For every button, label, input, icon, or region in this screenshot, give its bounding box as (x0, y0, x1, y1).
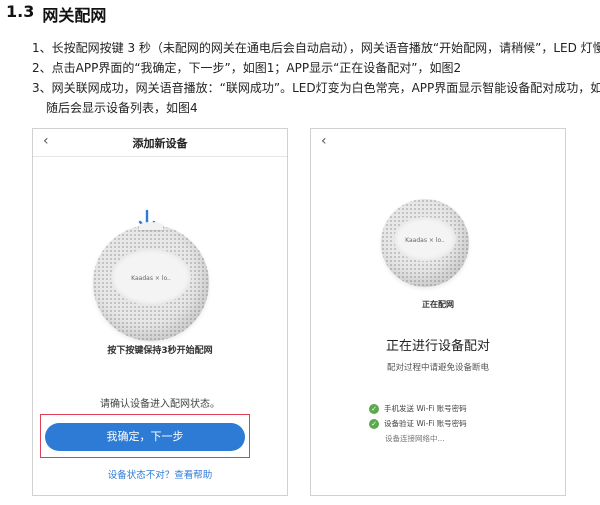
progress-text: 设备连接网络中... (385, 434, 445, 443)
pairing-subtitle: 配对过程中请避免设备断电 (386, 363, 489, 373)
section-heading: 1.3 网关配网 (6, 2, 106, 26)
instruction-caption: 按下按键保持3秒开始配网 (107, 346, 213, 356)
check-circle-icon: ✓ (369, 418, 379, 429)
chevron-left-icon[interactable]: ‹ (321, 133, 327, 149)
step-3: 3、网关联网成功，网关语音播放：“联网成功”。LED灯变为白色常亮，APP界面显… (32, 78, 600, 118)
help-link[interactable]: 设备状态不对？查看帮助 (33, 467, 287, 481)
phone-screen-pairing: ‹ Kaadas × lo.. 正在配网 正在进行设备配对 配对过程中请避免设备… (310, 128, 566, 496)
pairing-status-caption: 正在配网 (422, 300, 454, 309)
step-1-text: 1、长按配网按键 3 秒（未配网的网关在通电后会自动启动），网关语音播放“开始配… (32, 41, 600, 55)
step-3-continuation: 随后会显示设备列表，如图4 (46, 101, 198, 115)
section-number: 1.3 (6, 2, 35, 21)
device-brand: Kaadas × lo.. (405, 237, 445, 244)
nav-bar: ‹ (311, 129, 565, 155)
nav-title: 添加新设备 (132, 137, 188, 150)
check-circle-icon: ✓ (369, 403, 379, 414)
section-title: 网关配网 (42, 6, 107, 25)
step-1: 1、长按配网按键 3 秒（未配网的网关在通电后会自动启动），网关语音播放“开始配… (32, 38, 600, 58)
check-row-verify: ✓ 设备验证 Wi-Fi 账号密码 (369, 418, 467, 429)
device-button (139, 222, 163, 230)
nav-bar: ‹ 添加新设备 (33, 129, 287, 155)
gateway-device-image: Kaadas × lo.. (93, 222, 209, 341)
device-brand: Kaadas × lo.. (131, 275, 171, 282)
steps-list: 1、长按配网按键 3 秒（未配网的网关在通电后会自动启动），网关语音播放“开始配… (32, 38, 600, 118)
step-3-text: 3、网关联网成功，网关语音播放：“联网成功”。LED灯变为白色常亮，APP界面显… (32, 81, 600, 95)
check-row-send: ✓ 手机发送 Wi-Fi 账号密码 (369, 403, 467, 414)
gateway-device-image: Kaadas × lo.. (381, 199, 469, 287)
check-label: 手机发送 Wi-Fi 账号密码 (384, 404, 467, 413)
confirm-next-button[interactable]: 我确定，下一步 (45, 423, 245, 451)
phone-screen-add-device: ‹ 添加新设备 Kaadas × lo.. 按下按键保持3秒开始配网 请确认设备… (32, 128, 288, 496)
confirm-text: 请确认设备进入配网状态。 (100, 399, 220, 410)
nav-divider (33, 156, 287, 157)
pairing-title: 正在进行设备配对 (385, 339, 490, 354)
step-2-text: 2、点击APP界面的“我确定，下一步”，如图1；APP显示“正在设备配对”，如图… (32, 61, 462, 75)
step-2: 2、点击APP界面的“我确定，下一步”，如图1；APP显示“正在设备配对”，如图… (32, 58, 600, 78)
check-label: 设备验证 Wi-Fi 账号密码 (384, 419, 467, 428)
